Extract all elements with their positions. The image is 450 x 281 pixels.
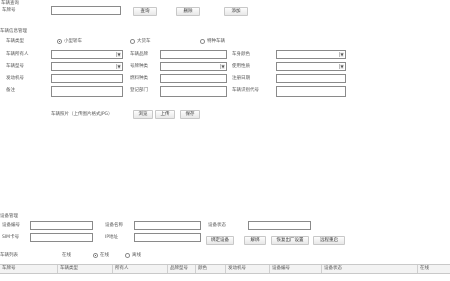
device-section-title: 设备管理	[0, 214, 18, 219]
online-option-1: 离线	[132, 253, 141, 258]
grid-col-8[interactable]: 在线	[418, 265, 450, 273]
owner-label: 车辆所有人	[6, 52, 29, 57]
register-input[interactable]	[276, 74, 346, 83]
device-name-label: 设备名称	[105, 223, 123, 228]
fuel-label: 燃料种类	[130, 76, 148, 81]
bind-device-button[interactable]: 绑定设备	[206, 236, 234, 245]
upload-button[interactable]: 上传	[155, 110, 175, 119]
body-color-label: 车身颜色	[232, 52, 250, 57]
device-sn-input[interactable]	[30, 221, 93, 230]
grid-col-2[interactable]: 所有人	[113, 265, 168, 273]
query-button[interactable]: 查询	[133, 7, 157, 16]
grid-col-6[interactable]: 设备编号	[270, 265, 322, 273]
device-status-input[interactable]	[248, 221, 311, 230]
engine-label: 发动机号	[6, 76, 24, 81]
device-sn-label: 设备编号	[2, 223, 20, 228]
ip-input[interactable]	[134, 233, 201, 242]
device-name-input[interactable]	[134, 221, 201, 230]
grid-col-5[interactable]: 发动机号	[226, 265, 270, 273]
plate-type-label: 号牌种类	[130, 64, 148, 69]
type-option-1: 大货车	[137, 39, 151, 44]
sim-label: SIM卡号	[2, 235, 20, 240]
chevron-down-icon: ▼	[339, 52, 344, 57]
grid-col-3[interactable]: 品牌型号	[168, 265, 196, 273]
usage-select[interactable]: ▼	[276, 62, 346, 71]
remote-restart-button[interactable]: 远程重启	[313, 236, 345, 245]
sim-input[interactable]	[30, 233, 93, 242]
vin-input[interactable]	[276, 86, 346, 97]
vehicle-list-title: 车辆列表	[0, 253, 18, 258]
add-button[interactable]: 添加	[224, 7, 248, 16]
usage-label: 使用性质	[232, 64, 250, 69]
type-radio-2[interactable]	[200, 39, 205, 44]
grid-col-1[interactable]: 车辆类型	[58, 265, 113, 273]
unbind-button[interactable]: 解绑	[244, 236, 266, 245]
chevron-down-icon: ▼	[220, 64, 225, 69]
plate-input[interactable]	[51, 6, 121, 15]
browse-button[interactable]: 浏览	[133, 110, 153, 119]
grid-col-0[interactable]: 车牌号	[0, 265, 58, 273]
engine-input[interactable]	[51, 74, 123, 83]
register-label: 注册日期	[232, 76, 250, 81]
chevron-down-icon: ▼	[116, 52, 121, 57]
brand-input[interactable]	[160, 50, 227, 59]
vehicle-grid-header: 车牌号 车辆类型 所有人 品牌型号 颜色 发动机号 设备编号 设备状态 在线	[0, 264, 450, 274]
factory-reset-button[interactable]: 恢复出厂设置	[271, 236, 309, 245]
online-label: 在线	[62, 253, 71, 258]
save-button[interactable]: 保存	[180, 110, 200, 119]
photo-label: 车辆照片（上传图片格式JPG）	[51, 112, 113, 117]
chevron-down-icon: ▼	[116, 64, 121, 69]
remark-input[interactable]	[51, 86, 123, 97]
fuel-input[interactable]	[160, 74, 227, 83]
type-radio-1[interactable]	[130, 39, 135, 44]
type-radio-0[interactable]	[57, 39, 62, 44]
brand-label: 车辆品牌	[130, 52, 148, 57]
vehicle-type-label: 车辆类型	[6, 39, 24, 44]
ip-label: IP地址	[105, 235, 119, 240]
search-section-title: 车辆查询	[1, 1, 19, 6]
delete-button[interactable]: 删除	[176, 7, 200, 16]
vehicle-section-title: 车辆信息管理	[0, 29, 27, 34]
online-radio-1[interactable]	[125, 253, 130, 258]
plate-type-select[interactable]: ▼	[160, 62, 227, 71]
plate-label: 车牌号	[2, 8, 16, 13]
remark-label: 备注	[6, 88, 15, 93]
model-select[interactable]: ▼	[51, 62, 123, 71]
model-label: 车辆型号	[6, 64, 24, 69]
dept-input[interactable]	[160, 86, 227, 97]
chevron-down-icon: ▼	[339, 64, 344, 69]
vin-label: 车辆识别代号	[232, 88, 259, 93]
type-option-0: 小型轿车	[64, 39, 82, 44]
owner-select[interactable]: ▼	[51, 50, 123, 59]
online-option-0: 在线	[100, 253, 109, 258]
grid-col-7[interactable]: 设备状态	[322, 265, 418, 273]
grid-col-4[interactable]: 颜色	[196, 265, 226, 273]
online-radio-0[interactable]	[93, 253, 98, 258]
device-status-label: 设备状态	[208, 223, 226, 228]
body-color-select[interactable]: ▼	[276, 50, 346, 59]
type-option-2: 特种车辆	[207, 39, 225, 44]
dept-label: 登记部门	[130, 88, 148, 93]
